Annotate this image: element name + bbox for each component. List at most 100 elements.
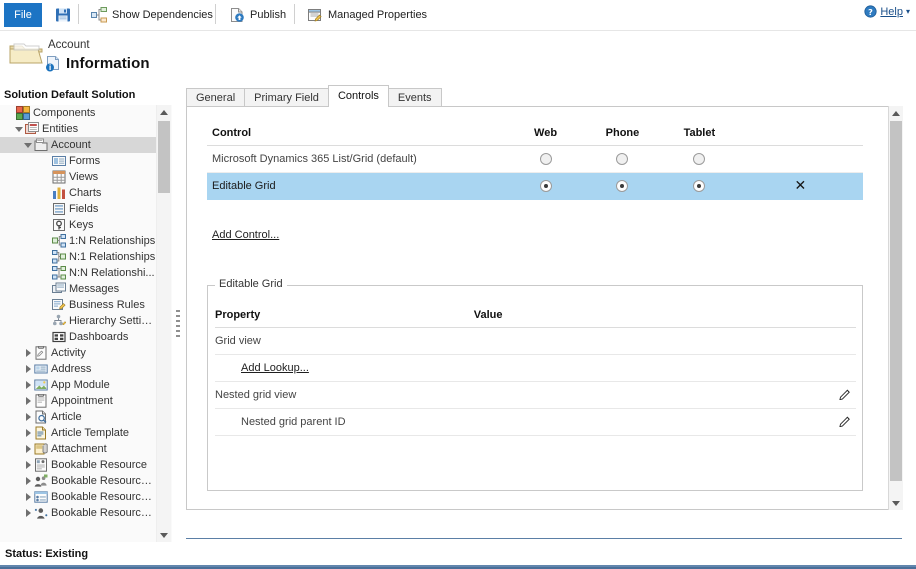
tree-expand-toggle-closed[interactable] bbox=[22, 473, 34, 489]
tree-item-fields[interactable]: Fields bbox=[0, 201, 156, 217]
control-row[interactable]: Editable Grid ✕ bbox=[207, 173, 863, 200]
sidebar-scroll-thumb[interactable] bbox=[158, 121, 170, 193]
sidebar-scrollbar[interactable] bbox=[156, 105, 171, 542]
radio-tablet[interactable] bbox=[693, 153, 706, 166]
tree-expand-toggle-closed[interactable] bbox=[22, 345, 34, 361]
property-row[interactable]: Add Lookup... bbox=[215, 355, 856, 382]
tree-item-label: Activity bbox=[51, 347, 86, 359]
main-scroll-up-button[interactable] bbox=[889, 106, 903, 120]
tree-expand-toggle-closed[interactable] bbox=[22, 409, 34, 425]
property-row[interactable]: Nested grid parent ID bbox=[215, 409, 856, 436]
tab-primary-field[interactable]: Primary Field bbox=[244, 88, 329, 107]
tree-item-label: Appointment bbox=[51, 395, 113, 407]
tree-item-article[interactable]: Article bbox=[0, 409, 156, 425]
sidebar-scroll-down-button[interactable] bbox=[157, 528, 171, 542]
triangle-right-icon bbox=[25, 413, 31, 421]
help-label: Help bbox=[880, 5, 903, 18]
tree-expand-toggle-closed[interactable] bbox=[22, 361, 34, 377]
tree-item-appointment[interactable]: Appointment bbox=[0, 393, 156, 409]
tree-expand-toggle-closed[interactable] bbox=[22, 505, 34, 521]
sidebar-scroll-up-button[interactable] bbox=[157, 105, 171, 119]
main-scroll-down-button[interactable] bbox=[889, 496, 903, 510]
show-dependencies-button[interactable]: Show Dependencies bbox=[88, 4, 216, 26]
help-circle-icon: ? bbox=[864, 5, 877, 18]
controls-table: Control Web Phone Tablet Microsoft Dynam… bbox=[207, 121, 863, 200]
tree-item-label: N:N Relationshi... bbox=[69, 267, 155, 279]
tree-item-dashboards[interactable]: Dashboards bbox=[0, 329, 156, 345]
tree-expand-toggle-open[interactable] bbox=[13, 121, 25, 137]
toolbar-separator-3 bbox=[294, 4, 295, 24]
pencil-icon[interactable] bbox=[839, 387, 852, 401]
tree-item-activity[interactable]: Activity bbox=[0, 345, 156, 361]
tree-item-bookable-resource[interactable]: Bookable Resource ... bbox=[0, 473, 156, 489]
tree-item-article-template[interactable]: Article Template bbox=[0, 425, 156, 441]
controls-table-header: Control Web Phone Tablet bbox=[207, 121, 863, 146]
main-scrollbar[interactable] bbox=[888, 106, 903, 510]
publish-button[interactable]: Publish bbox=[226, 4, 289, 26]
radio-phone[interactable] bbox=[616, 180, 629, 193]
property-row[interactable]: Nested grid view bbox=[215, 382, 856, 409]
tree-expand-toggle-closed[interactable] bbox=[22, 441, 34, 457]
control-phone-cell bbox=[584, 153, 661, 166]
file-menu-button[interactable]: File bbox=[4, 3, 42, 27]
help-link[interactable]: ? Help ▾ bbox=[864, 5, 910, 18]
main-scroll-thumb[interactable] bbox=[890, 121, 902, 481]
property-row[interactable]: Grid view bbox=[215, 328, 856, 355]
tree-expand-toggle-closed[interactable] bbox=[22, 425, 34, 441]
tree-item-1-n-relationships[interactable]: 1:N Relationships bbox=[0, 233, 156, 249]
tree-item-bookable-resource[interactable]: Bookable Resource bbox=[0, 457, 156, 473]
tree-expand-toggle-closed[interactable] bbox=[22, 489, 34, 505]
tree-item-account[interactable]: Account bbox=[0, 137, 156, 153]
tree-item-bookable-resource[interactable]: Bookable Resource ... bbox=[0, 505, 156, 521]
tree-item-business-rules[interactable]: Business Rules bbox=[0, 297, 156, 313]
tree-item-attachment[interactable]: Attachment bbox=[0, 441, 156, 457]
tree-item-charts[interactable]: Charts bbox=[0, 185, 156, 201]
tree-item-hierarchy-settin[interactable]: Hierarchy Settin... bbox=[0, 313, 156, 329]
pane-bottom-rule bbox=[186, 538, 902, 539]
tree-item-entities[interactable]: Entities bbox=[0, 121, 156, 137]
tree-expand-toggle-closed[interactable] bbox=[22, 377, 34, 393]
dependencies-icon bbox=[91, 7, 107, 23]
triangle-down-icon bbox=[24, 142, 32, 148]
radio-tablet[interactable] bbox=[693, 180, 706, 193]
tree-item-views[interactable]: Views bbox=[0, 169, 156, 185]
radio-phone[interactable] bbox=[616, 153, 629, 166]
tree-item-components[interactable]: Components bbox=[0, 105, 156, 121]
pencil-icon[interactable] bbox=[839, 414, 852, 428]
control-tablet-cell bbox=[661, 180, 738, 193]
remove-control-icon[interactable]: ✕ bbox=[795, 178, 807, 194]
pane-splitter[interactable] bbox=[172, 105, 184, 542]
radio-web[interactable] bbox=[539, 180, 552, 193]
tree-item-label: Account bbox=[51, 139, 91, 151]
tab-events[interactable]: Events bbox=[387, 88, 442, 107]
tree-expand-toggle-closed[interactable] bbox=[22, 393, 34, 409]
control-row[interactable]: Microsoft Dynamics 365 List/Grid (defaul… bbox=[207, 146, 863, 173]
splitter-grip[interactable] bbox=[176, 310, 180, 338]
tab-general[interactable]: General bbox=[186, 88, 246, 107]
column-header-property: Property bbox=[215, 309, 261, 321]
managed-properties-button[interactable]: Managed Properties bbox=[304, 4, 430, 26]
tree-item-n-1-relationships[interactable]: N:1 Relationships bbox=[0, 249, 156, 265]
page-entity-name: Account bbox=[48, 39, 90, 51]
tree-item-bookable-resource[interactable]: Bookable Resource ... bbox=[0, 489, 156, 505]
tree-item-forms[interactable]: Forms bbox=[0, 153, 156, 169]
tree-item-messages[interactable]: Messages bbox=[0, 281, 156, 297]
control-web-cell bbox=[507, 180, 584, 193]
add-lookup-link[interactable]: Add Lookup... bbox=[241, 362, 309, 374]
tree-item-keys[interactable]: Keys bbox=[0, 217, 156, 233]
tree-toggle-spacer bbox=[40, 329, 52, 345]
tree-expand-toggle-closed[interactable] bbox=[22, 457, 34, 473]
tree-expand-toggle-open[interactable] bbox=[22, 137, 34, 153]
property-action-cell bbox=[802, 387, 856, 403]
radio-web[interactable] bbox=[539, 153, 552, 166]
tab-controls[interactable]: Controls bbox=[327, 85, 389, 107]
tree-item-address[interactable]: Address bbox=[0, 361, 156, 377]
save-button[interactable] bbox=[52, 4, 74, 26]
add-control-link[interactable]: Add Control... bbox=[212, 229, 279, 241]
control-actions-cell: ✕ bbox=[738, 179, 863, 193]
solution-header: Solution Default Solution bbox=[0, 87, 172, 105]
triangle-right-icon bbox=[25, 509, 31, 517]
tree-item-n-n-relationshi[interactable]: N:N Relationshi... bbox=[0, 265, 156, 281]
tree-item-app-module[interactable]: App Module bbox=[0, 377, 156, 393]
dashboards-icon bbox=[52, 330, 66, 344]
